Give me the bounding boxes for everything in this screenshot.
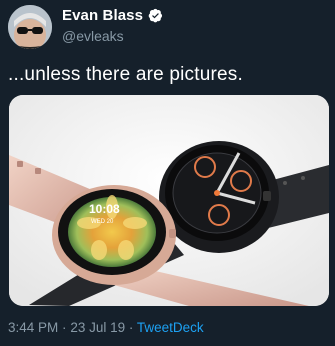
tweet-source-link[interactable]: TweetDeck [137, 320, 204, 335]
watch-face-time: 10:08 [89, 202, 120, 216]
author-handle[interactable]: @evleaks [62, 28, 124, 44]
tweet-text: ...unless there are pictures. [8, 64, 243, 85]
avatar[interactable] [8, 5, 52, 49]
verified-badge-icon [148, 8, 163, 23]
avatar-image [8, 5, 52, 49]
meta-separator: · [62, 320, 67, 335]
tweet-time[interactable]: 3:44 PM [8, 320, 58, 335]
display-name[interactable]: Evan Blass [62, 7, 143, 24]
tweet-media-image[interactable]: 10:08 WED 20 [9, 95, 329, 306]
watch-face-date: WED 20 [91, 219, 114, 225]
tweet: Evan Blass @evleaks ...unless there are … [0, 0, 335, 346]
meta-separator: · [128, 320, 134, 335]
smartwatch-photo: 10:08 WED 20 [9, 95, 329, 306]
author-name-row[interactable]: Evan Blass [62, 7, 163, 24]
tweet-meta: 3:44 PM · 23 Jul 19 · TweetDeck [8, 320, 204, 335]
tweet-date[interactable]: 23 Jul 19 [70, 320, 125, 335]
